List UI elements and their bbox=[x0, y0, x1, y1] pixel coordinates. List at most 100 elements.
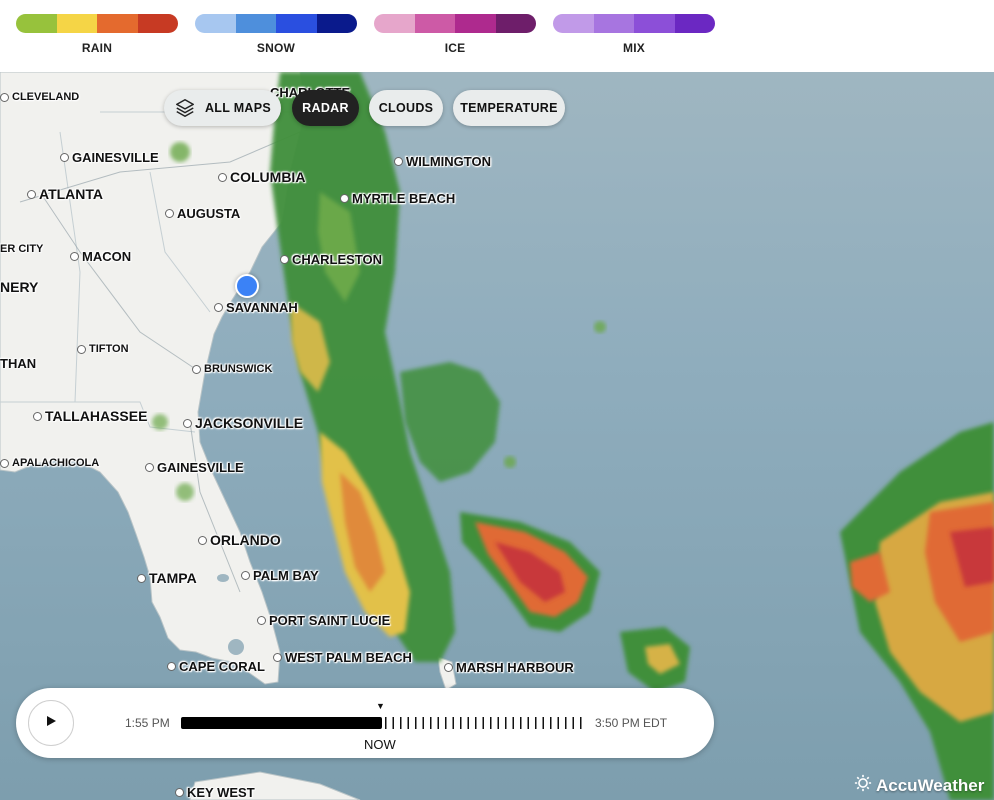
timeline-ticks bbox=[385, 717, 583, 729]
city-dot-icon bbox=[192, 364, 201, 374]
city-orlando[interactable]: ORLANDO bbox=[198, 532, 281, 548]
now-marker-icon[interactable]: ▼ bbox=[376, 701, 385, 711]
city-charleston[interactable]: CHARLESTON bbox=[280, 252, 382, 267]
legend-swatch bbox=[634, 14, 675, 33]
legend-snow-label: SNOW bbox=[256, 41, 296, 55]
city-dot-icon bbox=[257, 616, 266, 625]
legend-swatch bbox=[195, 14, 236, 33]
city-dot-icon bbox=[70, 252, 79, 261]
legend-swatch bbox=[553, 14, 594, 33]
timeline-start-time: 1:55 PM bbox=[125, 716, 170, 730]
city-dot-icon bbox=[280, 255, 289, 264]
city-dot-icon bbox=[241, 571, 250, 580]
city-gainesville-ga[interactable]: GAINESVILLE bbox=[60, 150, 159, 165]
legend-swatch bbox=[235, 14, 276, 33]
city-er-city[interactable]: ER CITY bbox=[0, 243, 43, 255]
city-cape-coral[interactable]: CAPE CORAL bbox=[167, 659, 265, 674]
city-key-west[interactable]: KEY WEST bbox=[175, 785, 255, 800]
legend-mix: MIX bbox=[553, 14, 715, 55]
tab-clouds[interactable]: CLOUDS bbox=[369, 90, 443, 126]
accuweather-logo: AccuWeather bbox=[854, 774, 984, 797]
city-dot-icon bbox=[77, 344, 86, 354]
city-wilmington[interactable]: WILMINGTON bbox=[394, 154, 491, 169]
city-dot-icon bbox=[394, 157, 403, 166]
precipitation-legend: RAIN SNOW ICE MIX bbox=[0, 0, 994, 72]
now-label: NOW bbox=[364, 737, 396, 752]
lake-okeechobee bbox=[228, 639, 244, 655]
city-dot-icon bbox=[444, 663, 453, 672]
city-dot-icon bbox=[198, 535, 207, 545]
city-brunswick[interactable]: BRUNSWICK bbox=[192, 363, 272, 375]
legend-swatch bbox=[16, 14, 57, 33]
legend-snow-bar bbox=[195, 14, 357, 33]
city-cleveland[interactable]: CLEVELAND bbox=[0, 91, 79, 103]
legend-rain-label: RAIN bbox=[81, 41, 113, 55]
all-maps-button[interactable]: ALL MAPS bbox=[164, 90, 281, 126]
city-dot-icon bbox=[183, 418, 192, 428]
city-gainesville-fl[interactable]: GAINESVILLE bbox=[145, 460, 244, 475]
city-savannah[interactable]: SAVANNAH bbox=[214, 300, 298, 315]
city-marsh-harbour[interactable]: MARSH HARBOUR bbox=[444, 660, 574, 675]
city-dot-icon bbox=[0, 458, 9, 468]
city-nery[interactable]: NERY bbox=[0, 279, 38, 295]
city-jacksonville[interactable]: JACKSONVILLE bbox=[183, 415, 303, 431]
play-icon bbox=[45, 714, 57, 732]
city-dot-icon bbox=[0, 92, 9, 102]
legend-ice-bar bbox=[374, 14, 536, 33]
city-augusta[interactable]: AUGUSTA bbox=[165, 206, 240, 221]
legend-swatch bbox=[414, 14, 455, 33]
city-dot-icon bbox=[137, 573, 146, 583]
timeline-track[interactable] bbox=[181, 717, 583, 729]
city-dot-icon bbox=[145, 463, 154, 472]
legend-mix-bar bbox=[553, 14, 715, 33]
legend-swatch bbox=[316, 14, 357, 33]
city-apalachicola[interactable]: APALACHICOLA bbox=[0, 457, 99, 469]
current-location-marker[interactable] bbox=[235, 274, 259, 298]
legend-swatch bbox=[276, 14, 317, 33]
layers-icon bbox=[174, 97, 196, 119]
city-dot-icon bbox=[214, 303, 223, 312]
legend-swatch bbox=[137, 14, 178, 33]
city-dot-icon bbox=[60, 153, 69, 162]
legend-swatch bbox=[455, 14, 496, 33]
tab-temperature[interactable]: TEMPERATURE bbox=[453, 90, 565, 126]
city-macon[interactable]: MACON bbox=[70, 249, 131, 264]
lake bbox=[217, 574, 229, 582]
city-than[interactable]: THAN bbox=[0, 356, 36, 371]
city-dot-icon bbox=[165, 209, 174, 218]
city-dot-icon bbox=[27, 189, 36, 199]
legend-rain: RAIN bbox=[16, 14, 178, 55]
legend-swatch bbox=[97, 14, 138, 33]
city-atlanta[interactable]: ATLANTA bbox=[27, 186, 103, 202]
city-dot-icon bbox=[175, 788, 184, 797]
city-tifton[interactable]: TIFTON bbox=[77, 343, 129, 355]
city-tampa[interactable]: TAMPA bbox=[137, 570, 197, 586]
legend-mix-label: MIX bbox=[623, 41, 645, 55]
play-button[interactable] bbox=[28, 700, 74, 746]
legend-rain-bar bbox=[16, 14, 178, 33]
city-west-palm-beach[interactable]: WEST PALM BEACH bbox=[273, 650, 412, 665]
city-columbia[interactable]: COLUMBIA bbox=[218, 169, 305, 185]
legend-swatch bbox=[495, 14, 536, 33]
timeline-player: 1:55 PM ▼ NOW 3:50 PM EDT bbox=[16, 688, 714, 758]
city-dot-icon bbox=[33, 411, 42, 421]
legend-ice: ICE bbox=[374, 14, 536, 55]
timeline-end-time: 3:50 PM EDT bbox=[595, 716, 668, 730]
legend-swatch bbox=[593, 14, 634, 33]
city-port-saint-lucie[interactable]: PORT SAINT LUCIE bbox=[257, 613, 390, 628]
city-dot-icon bbox=[167, 662, 176, 671]
legend-swatch bbox=[374, 14, 415, 33]
legend-swatch bbox=[56, 14, 97, 33]
sun-icon bbox=[854, 774, 872, 797]
timeline-progress bbox=[181, 717, 382, 729]
city-palm-bay[interactable]: PALM BAY bbox=[241, 568, 319, 583]
city-dot-icon bbox=[273, 653, 282, 662]
city-tallahassee[interactable]: TALLAHASSEE bbox=[33, 408, 147, 424]
city-myrtle-beach[interactable]: MYRTLE BEACH bbox=[340, 191, 455, 206]
legend-ice-label: ICE bbox=[444, 41, 466, 55]
legend-snow: SNOW bbox=[195, 14, 357, 55]
city-dot-icon bbox=[340, 194, 349, 203]
tab-radar[interactable]: RADAR bbox=[292, 90, 359, 126]
city-dot-icon bbox=[218, 172, 227, 182]
legend-swatch bbox=[674, 14, 715, 33]
